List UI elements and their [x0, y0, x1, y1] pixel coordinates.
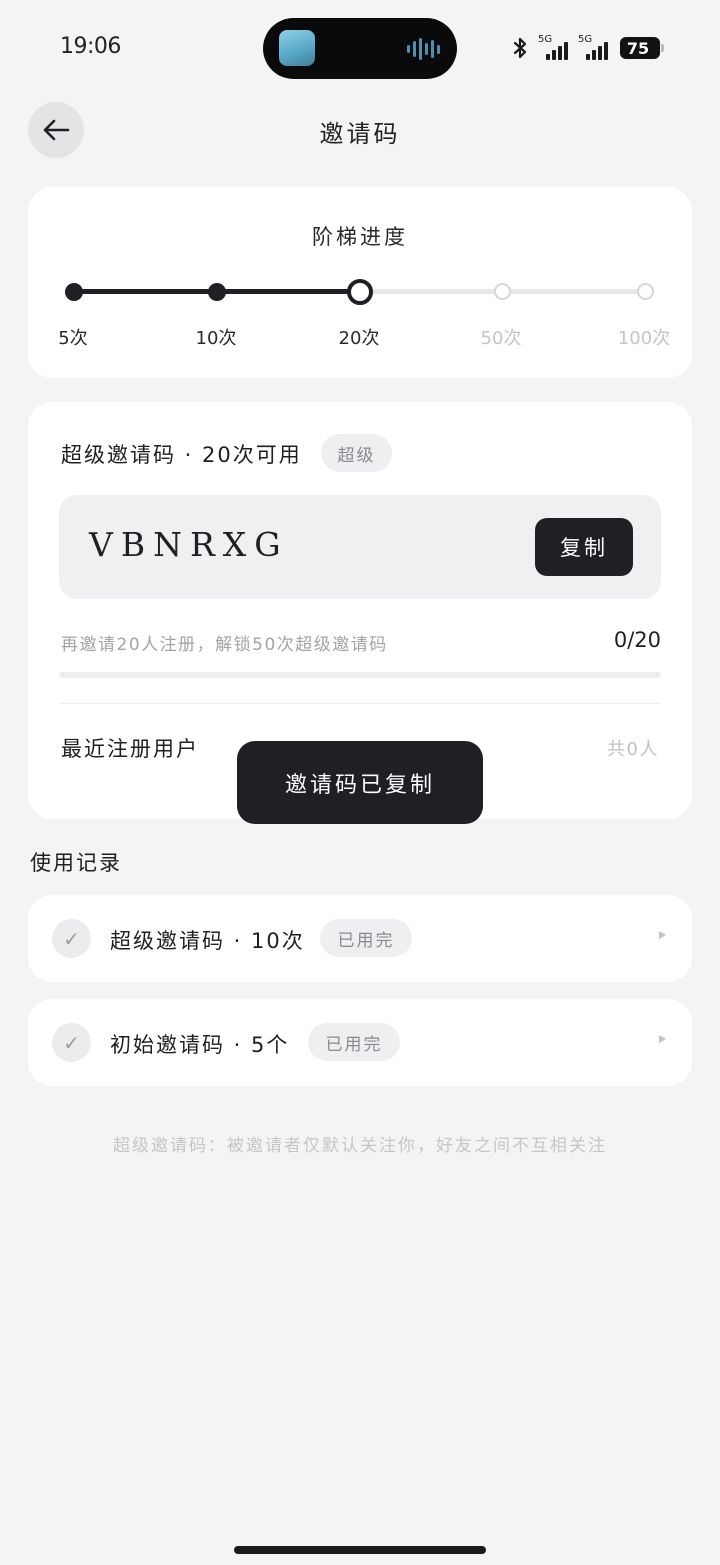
super-badge: 超级 — [321, 434, 392, 472]
check-icon: ✓ — [52, 1023, 91, 1062]
status-bar: 19:06 5G 5G 75 — [0, 0, 720, 96]
cellular-signal-icon: 5G — [536, 34, 568, 60]
copied-toast: 邀请码已复制 — [237, 741, 483, 824]
footer-note: 超级邀请码：被邀请者仅默认关注你，好友之间不互相关注 — [113, 1136, 607, 1156]
used-up-badge: 已用完 — [320, 919, 412, 957]
usage-record-item[interactable]: ✓ 初始邀请码 · 5个 已用完 — [28, 999, 692, 1086]
copy-button[interactable]: 复制 — [535, 518, 633, 576]
status-time: 19:06 — [60, 34, 121, 59]
ladder-step-label: 5次 — [58, 328, 88, 349]
ladder-step-label: 10次 — [195, 328, 237, 349]
unlock-progress-count: 0/20 — [613, 628, 661, 652]
unlock-hint: 再邀请20人注册，解锁50次超级邀请码 — [61, 635, 388, 655]
dynamic-island[interactable] — [263, 18, 457, 79]
ladder-step-dot-20 — [347, 279, 373, 305]
bluetooth-icon — [513, 37, 527, 59]
usage-section-title: 使用记录 — [30, 851, 122, 875]
ladder-step-dot-5 — [65, 283, 83, 301]
home-indicator[interactable] — [234, 1546, 486, 1554]
page-title: 邀请码 — [319, 120, 401, 148]
check-icon: ✓ — [52, 919, 91, 958]
recent-users-count: 共0人 — [607, 739, 659, 760]
recent-users-label: 最近注册用户 — [61, 737, 199, 761]
divider — [59, 703, 661, 704]
usage-record-label: 初始邀请码 · 5个 — [110, 1033, 290, 1057]
ladder-step-label: 50次 — [480, 328, 522, 349]
usage-record-item[interactable]: ✓ 超级邀请码 · 10次 已用完 — [28, 895, 692, 982]
status-icons: 5G 5G 75 — [510, 34, 670, 62]
invite-code[interactable]: VBNRXG — [89, 525, 289, 564]
used-up-badge: 已用完 — [308, 1023, 400, 1061]
chevron-right-icon — [659, 1035, 666, 1043]
chevron-right-icon — [659, 931, 666, 939]
ladder-step-label: 20次 — [338, 328, 380, 349]
code-card-title: 超级邀请码 · 20次可用 — [61, 443, 302, 467]
ladder-step-label: 100次 — [617, 328, 671, 349]
unlock-progress-bar — [59, 672, 661, 678]
ladder-step-dot-100 — [637, 283, 654, 300]
ladder-step-dot-50 — [494, 283, 511, 300]
battery-icon: 75 — [620, 37, 664, 59]
cellular-signal-icon-2: 5G — [576, 34, 608, 60]
media-thumbnail — [279, 30, 315, 66]
invite-code-box: VBNRXG 复制 — [59, 495, 661, 599]
ladder-step-dot-10 — [208, 283, 226, 301]
audio-wave-icon — [407, 37, 441, 61]
ladder-title: 阶梯进度 — [312, 225, 408, 249]
usage-record-label: 超级邀请码 · 10次 — [110, 929, 305, 953]
ladder-progress-card: 阶梯进度 5次 10次 20次 50次 100次 — [28, 187, 692, 378]
